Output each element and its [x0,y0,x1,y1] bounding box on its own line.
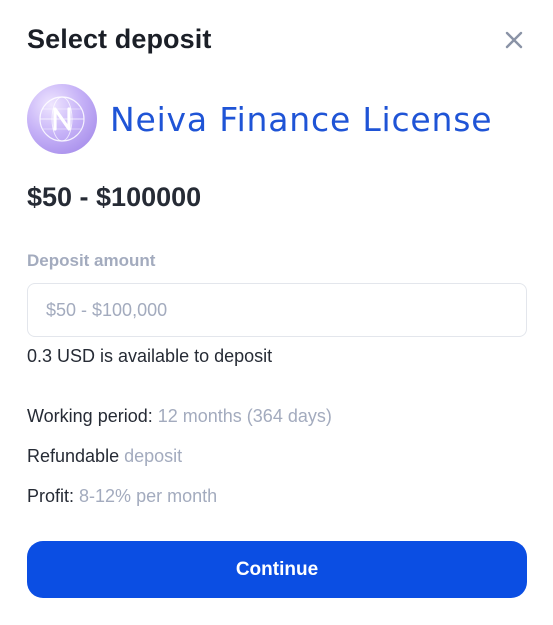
profit-label: Profit: [27,486,75,506]
modal-title: Select deposit [27,24,212,54]
profit-value: 8-12% per month [79,486,218,506]
close-icon[interactable] [500,26,528,54]
profit-row: Profit: 8-12% per month [27,486,217,507]
continue-button[interactable]: Continue [27,541,527,598]
refundable-label: Refundable [27,446,120,466]
working-period-row: Working period: 12 months (364 days) [27,406,332,427]
refundable-row: Refundable deposit [27,446,182,467]
product-name: Neiva Finance License [110,99,493,139]
deposit-amount-input[interactable] [27,283,527,337]
globe-logo-icon [27,84,97,154]
working-period-label: Working period: [27,406,153,426]
product-header: Neiva Finance License [27,84,492,154]
deposit-amount-label: Deposit amount [27,251,156,270]
price-range: $50 - $100000 [27,182,202,212]
select-deposit-modal: Select deposit Neiva Finance License $50… [0,0,553,625]
refundable-value: deposit [124,446,183,466]
available-balance-text: 0.3 USD is available to deposit [27,346,273,366]
working-period-value: 12 months (364 days) [157,406,332,426]
